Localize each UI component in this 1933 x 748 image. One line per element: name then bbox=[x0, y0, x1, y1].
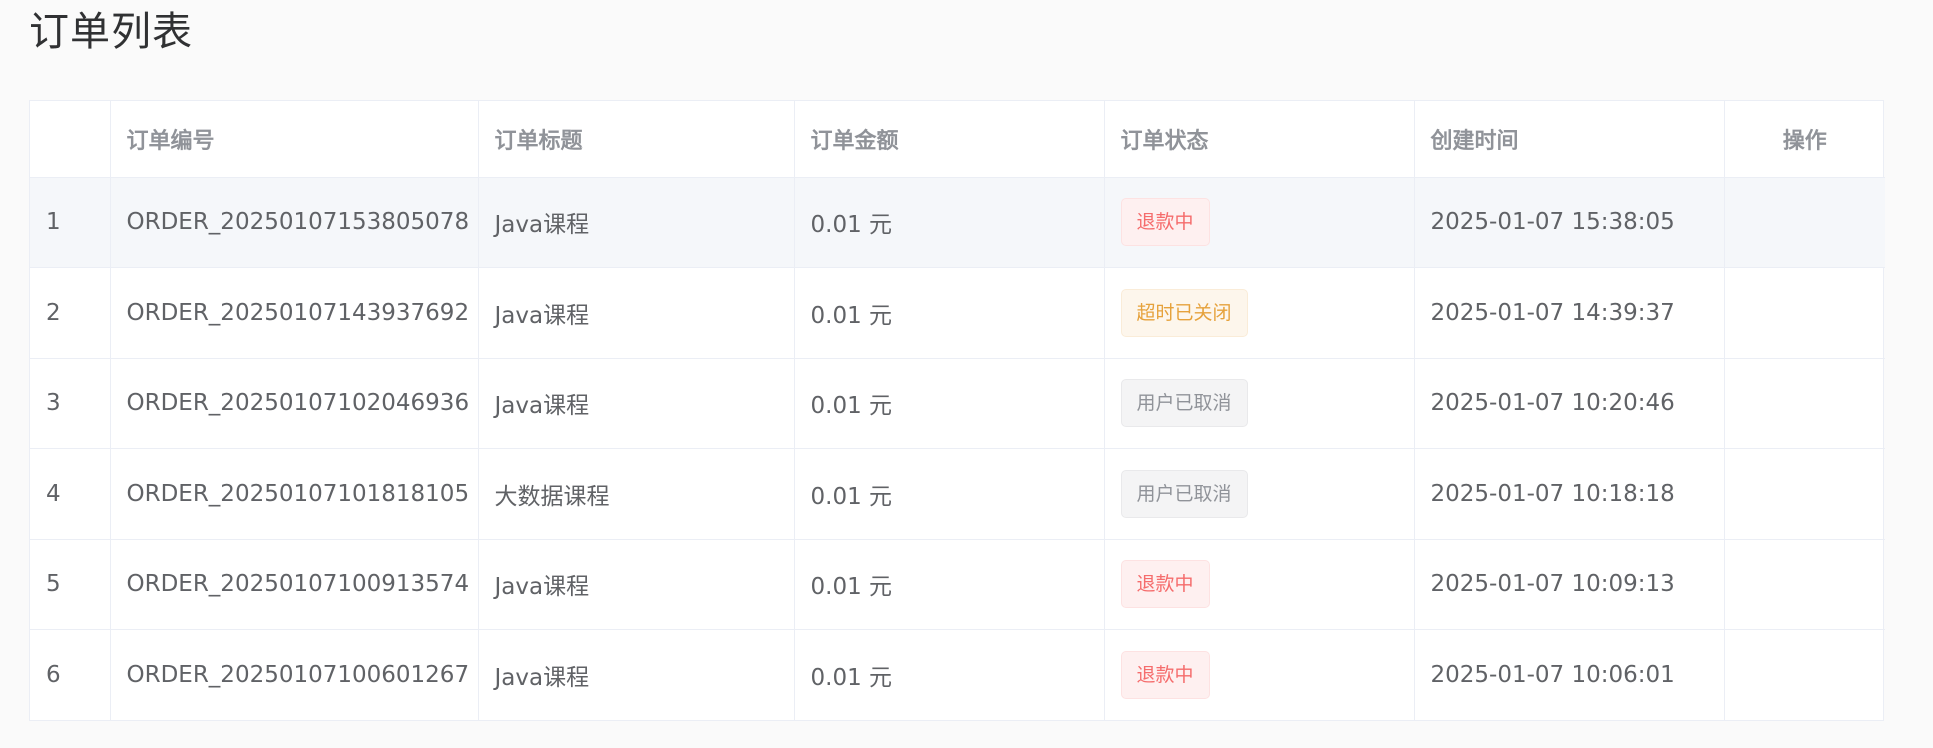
order-amount-cell: 0.01 元 bbox=[794, 448, 1105, 540]
created-time-cell: 2025-01-07 10:20:46 bbox=[1414, 358, 1725, 449]
table-row[interactable]: 6 ORDER_20250107100601267 Java课程 0.01 元退款中 2… bbox=[30, 629, 1885, 721]
status-badge: 退款中 bbox=[1120, 198, 1210, 247]
order-amount-cell: 0.01 元 bbox=[794, 629, 1105, 720]
created-time-cell: 2025-01-07 15:38:05 bbox=[1414, 177, 1725, 268]
table-row[interactable]: 1 ORDER_20250107153805078 Java课程 0.01 元退款中 2… bbox=[30, 177, 1885, 268]
order-title-cell: Java课程 bbox=[478, 267, 795, 359]
header-order-title: 订单标题 bbox=[478, 101, 795, 178]
table-row[interactable]: 2 ORDER_20250107143937692 Java课程 0.01 元超时已关… bbox=[30, 267, 1885, 359]
row-index: 4 bbox=[30, 448, 111, 540]
order-no-cell: ORDER_20250107153805078 bbox=[110, 177, 479, 268]
order-table: 订单编号 订单标题 订单金额 订单状态 创建时间 操作 1 ORDER_20250… bbox=[29, 100, 1885, 721]
status-badge: 用户已取消 bbox=[1120, 379, 1248, 428]
page-title: 订单列表 bbox=[29, 9, 193, 55]
action-cell bbox=[1724, 448, 1885, 540]
row-index: 2 bbox=[30, 267, 111, 359]
order-status-cell: 退款中 bbox=[1104, 177, 1415, 268]
order-status-cell: 用户已取消 bbox=[1104, 448, 1415, 540]
created-time-cell: 2025-01-07 10:06:01 bbox=[1414, 629, 1725, 720]
order-amount-cell: 0.01 元 bbox=[794, 358, 1105, 449]
status-badge: 超时已关闭 bbox=[1120, 288, 1248, 337]
order-title-cell: Java课程 bbox=[478, 629, 795, 720]
header-created-time: 创建时间 bbox=[1414, 101, 1725, 178]
action-cell bbox=[1724, 177, 1885, 268]
order-no-cell: ORDER_20250107100913574 bbox=[110, 539, 479, 630]
order-no-cell: ORDER_20250107143937692 bbox=[110, 267, 479, 359]
table-row[interactable]: 4 ORDER_20250107101818105 大数据课程 0.01 元用户已取消… bbox=[30, 448, 1885, 540]
order-amount-cell: 0.01 元 bbox=[794, 267, 1105, 359]
order-status-cell: 退款中 bbox=[1104, 539, 1415, 630]
order-title-cell: Java课程 bbox=[478, 177, 795, 268]
header-order-status: 订单状态 bbox=[1104, 101, 1415, 178]
order-title-cell: Java课程 bbox=[478, 539, 795, 630]
header-order-no: 订单编号 bbox=[110, 101, 479, 178]
created-time-cell: 2025-01-07 10:18:18 bbox=[1414, 448, 1725, 540]
order-no-cell: ORDER_20250107101818105 bbox=[110, 448, 479, 540]
row-index: 3 bbox=[30, 358, 111, 449]
table-row[interactable]: 3 ORDER_20250107102046936 Java课程 0.01 元用户已取… bbox=[30, 358, 1885, 449]
header-index bbox=[30, 101, 111, 178]
table-header-row: 订单编号 订单标题 订单金额 订单状态 创建时间 操作 bbox=[30, 101, 1885, 178]
status-badge: 退款中 bbox=[1120, 560, 1210, 609]
row-index: 1 bbox=[30, 177, 111, 268]
order-no-cell: ORDER_20250107100601267 bbox=[110, 629, 479, 720]
action-cell bbox=[1724, 267, 1885, 359]
order-amount-cell: 0.01 元 bbox=[794, 539, 1105, 630]
row-index: 6 bbox=[30, 629, 111, 720]
header-order-amount: 订单金额 bbox=[794, 101, 1105, 178]
order-status-cell: 超时已关闭 bbox=[1104, 267, 1415, 359]
order-status-cell: 用户已取消 bbox=[1104, 358, 1415, 449]
order-status-cell: 退款中 bbox=[1104, 629, 1415, 720]
action-cell bbox=[1724, 630, 1885, 721]
order-amount-cell: 0.01 元 bbox=[794, 177, 1105, 268]
status-badge: 退款中 bbox=[1120, 651, 1210, 699]
status-badge: 用户已取消 bbox=[1120, 469, 1248, 518]
created-time-cell: 2025-01-07 10:09:13 bbox=[1414, 539, 1725, 630]
header-action: 操作 bbox=[1724, 101, 1885, 178]
table-row[interactable]: 5 ORDER_20250107100913574 Java课程 0.01 元退款中 2… bbox=[30, 539, 1885, 630]
action-cell bbox=[1724, 358, 1885, 449]
created-time-cell: 2025-01-07 14:39:37 bbox=[1414, 267, 1725, 359]
action-cell bbox=[1724, 539, 1885, 630]
order-title-cell: Java课程 bbox=[478, 358, 795, 449]
order-title-cell: 大数据课程 bbox=[478, 448, 795, 540]
row-index: 5 bbox=[30, 539, 111, 630]
order-no-cell: ORDER_20250107102046936 bbox=[110, 358, 479, 449]
